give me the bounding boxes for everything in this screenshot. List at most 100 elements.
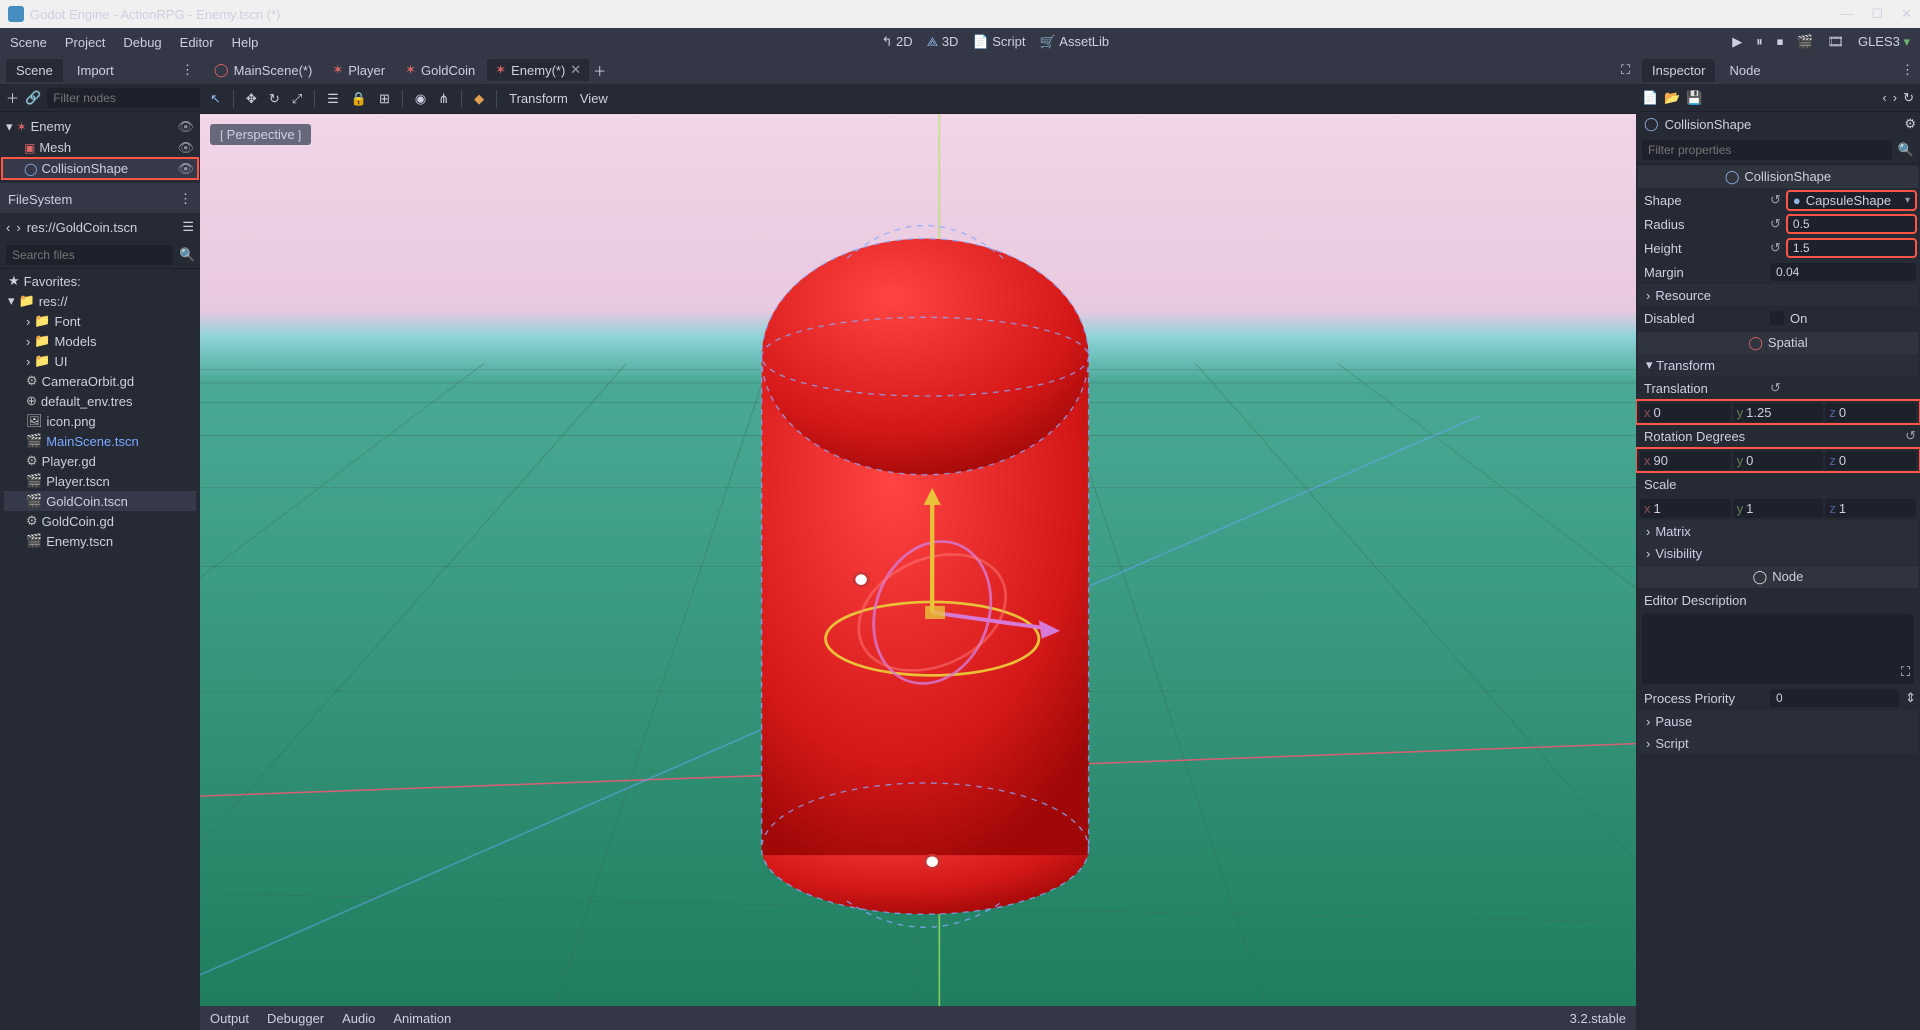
- prop-rotation-value[interactable]: x90 y0 z0: [1640, 451, 1916, 470]
- history-back-icon[interactable]: ‹: [1882, 90, 1886, 105]
- workspace-2d[interactable]: ↰ 2D: [881, 34, 912, 50]
- tree-collisionshape[interactable]: ◯ CollisionShape 👁: [2, 158, 198, 179]
- fs-item[interactable]: ⚙CameraOrbit.gd: [4, 371, 196, 391]
- lock-tool-icon[interactable]: 🔒: [351, 91, 367, 107]
- search-icon[interactable]: 🔍: [179, 247, 195, 263]
- scene-tab[interactable]: ✶GoldCoin: [397, 59, 483, 81]
- play-icon[interactable]: ▶: [1732, 34, 1742, 50]
- reset-icon[interactable]: ↺: [1770, 240, 1781, 256]
- fs-item[interactable]: ›📁Models: [4, 331, 196, 351]
- bottom-output[interactable]: Output: [210, 1011, 249, 1026]
- fs-item[interactable]: ›📁Font: [4, 311, 196, 331]
- fs-item[interactable]: ⚙GoldCoin.gd: [4, 511, 196, 531]
- rotate-tool-icon[interactable]: ↻: [269, 91, 280, 107]
- section-node[interactable]: ◯Node: [1638, 566, 1918, 588]
- dock-options-icon[interactable]: ⋮: [181, 62, 194, 78]
- list-tool-icon[interactable]: ☰: [327, 91, 339, 107]
- renderer-dropdown[interactable]: GLES3 ▾: [1858, 34, 1910, 50]
- reset-icon[interactable]: ↺: [1770, 380, 1781, 396]
- prop-height-value[interactable]: 1.5: [1787, 239, 1916, 257]
- prop-scale-value[interactable]: x1 y1 z1: [1640, 499, 1916, 518]
- prop-visibility[interactable]: ›Visibility: [1638, 542, 1918, 564]
- workspace-script[interactable]: 📄 Script: [972, 34, 1025, 50]
- snap-tool-icon[interactable]: ◉: [415, 91, 426, 107]
- reset-icon[interactable]: ↺: [1905, 428, 1916, 444]
- resource-new-icon[interactable]: 📄: [1642, 90, 1658, 106]
- fs-item[interactable]: 🎬Player.tscn: [4, 471, 196, 491]
- tab-node[interactable]: Node: [1719, 59, 1770, 82]
- scene-tab-active[interactable]: ✶Enemy(*)✕: [487, 59, 589, 81]
- section-spatial[interactable]: ◯Spatial: [1638, 332, 1918, 354]
- link-icon[interactable]: 🔗: [25, 90, 41, 106]
- close-tab-icon[interactable]: ✕: [570, 62, 581, 78]
- visibility-icon[interactable]: 👁: [177, 119, 194, 135]
- prop-shape-value[interactable]: ● CapsuleShape▾: [1787, 191, 1916, 210]
- close-icon[interactable]: ✕: [1901, 6, 1912, 22]
- bottom-animation[interactable]: Animation: [393, 1011, 451, 1026]
- menu-debug[interactable]: Debug: [123, 35, 161, 50]
- view-mode-icon[interactable]: ☰: [182, 219, 194, 235]
- fs-favorites[interactable]: ★Favorites:: [4, 271, 196, 291]
- dock-options-icon[interactable]: ⋮: [179, 191, 192, 207]
- workspace-3d[interactable]: ⟁ 3D: [927, 34, 959, 50]
- fs-item[interactable]: 🎬Enemy.tscn: [4, 531, 196, 551]
- fs-path[interactable]: res://GoldCoin.tscn: [27, 220, 177, 235]
- tab-import[interactable]: Import: [67, 59, 124, 82]
- fs-item[interactable]: 🖼icon.png: [4, 411, 196, 431]
- prop-resource[interactable]: ›Resource: [1638, 284, 1918, 306]
- spinner-icon[interactable]: ⇕: [1905, 690, 1916, 706]
- tree-root[interactable]: ▾✶ Enemy 👁: [2, 116, 198, 137]
- scene-filter-input[interactable]: [47, 88, 214, 108]
- prop-translation-value[interactable]: x0 y1.25 z0: [1640, 403, 1916, 422]
- checkbox[interactable]: [1770, 311, 1784, 325]
- editor-description-input[interactable]: ⛶: [1642, 614, 1914, 684]
- move-tool-icon[interactable]: ✥: [246, 91, 257, 107]
- fs-search-input[interactable]: [6, 245, 173, 265]
- nav-fwd-icon[interactable]: ›: [16, 220, 20, 235]
- nav-back-icon[interactable]: ‹: [6, 220, 10, 235]
- inspector-filter-input[interactable]: [1642, 140, 1892, 160]
- prop-margin-value[interactable]: 0.04: [1770, 263, 1916, 281]
- fs-item[interactable]: ⚙Player.gd: [4, 451, 196, 471]
- maximize-icon[interactable]: ☐: [1871, 6, 1883, 22]
- fs-item[interactable]: 🎬MainScene.tscn: [4, 431, 196, 451]
- dock-options-icon[interactable]: ⋮: [1901, 62, 1914, 78]
- menu-scene[interactable]: Scene: [10, 35, 47, 50]
- search-icon[interactable]: 🔍: [1898, 142, 1914, 158]
- history-icon[interactable]: ↻: [1903, 90, 1914, 106]
- group-transform[interactable]: ▾ Transform: [1638, 354, 1918, 376]
- menu-help[interactable]: Help: [232, 35, 259, 50]
- bottom-audio[interactable]: Audio: [342, 1011, 375, 1026]
- expand-icon[interactable]: ⛶: [1901, 664, 1910, 680]
- reset-icon[interactable]: ↺: [1770, 216, 1781, 232]
- section-collisionshape[interactable]: ◯CollisionShape: [1638, 166, 1918, 188]
- prop-pause[interactable]: ›Pause: [1638, 710, 1918, 732]
- add-tab-icon[interactable]: ＋: [593, 61, 606, 80]
- visibility-icon[interactable]: 👁: [177, 140, 194, 156]
- visibility-icon[interactable]: 👁: [177, 161, 194, 177]
- tree-mesh[interactable]: ▣ Mesh 👁: [2, 137, 198, 158]
- 3d-viewport[interactable]: [ Perspective ]: [200, 114, 1636, 1006]
- distraction-free-icon[interactable]: ⛶: [1621, 62, 1630, 78]
- prop-radius-value[interactable]: 0.5: [1787, 215, 1916, 233]
- fs-item[interactable]: ›📁UI: [4, 351, 196, 371]
- perspective-button[interactable]: [ Perspective ]: [210, 124, 311, 145]
- resource-save-icon[interactable]: 💾: [1686, 90, 1702, 106]
- add-node-icon[interactable]: ＋: [6, 88, 19, 107]
- reset-icon[interactable]: ↺: [1770, 192, 1781, 208]
- play-scene-icon[interactable]: 🎬: [1797, 34, 1813, 50]
- prop-matrix[interactable]: ›Matrix: [1638, 520, 1918, 542]
- gizmo-icon[interactable]: ◆: [474, 91, 484, 107]
- scene-tab[interactable]: ◯MainScene(*): [206, 59, 320, 81]
- workspace-assetlib[interactable]: 🛒 AssetLib: [1039, 34, 1109, 50]
- bottom-debugger[interactable]: Debugger: [267, 1011, 324, 1026]
- fs-item[interactable]: ⊕default_env.tres: [4, 391, 196, 411]
- play-custom-icon[interactable]: 🎞: [1827, 34, 1844, 50]
- scale-tool-icon[interactable]: ⤢: [292, 91, 302, 107]
- fs-item[interactable]: 🎬GoldCoin.tscn: [4, 491, 196, 511]
- select-tool-icon[interactable]: ↖: [210, 91, 221, 107]
- fs-root[interactable]: ▾📁res://: [4, 291, 196, 311]
- menu-project[interactable]: Project: [65, 35, 105, 50]
- scene-tab[interactable]: ✶Player: [324, 59, 393, 81]
- prop-priority-value[interactable]: 0: [1770, 689, 1899, 707]
